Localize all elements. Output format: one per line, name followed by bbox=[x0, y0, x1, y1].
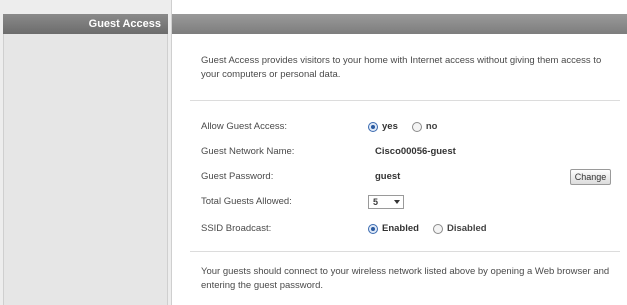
ssid-disabled-label[interactable]: Disabled bbox=[447, 220, 487, 238]
ssid-enabled-label[interactable]: Enabled bbox=[382, 220, 419, 238]
allow-guest-row: Allow Guest Access: yes no bbox=[201, 118, 616, 136]
sidebar: Guest Access bbox=[0, 0, 172, 305]
ssid-disabled-radio[interactable] bbox=[432, 224, 443, 234]
intro-text: Guest Access provides visitors to your h… bbox=[201, 55, 602, 80]
total-guests-value: 5 bbox=[373, 197, 379, 207]
allow-guest-label: Allow Guest Access: bbox=[201, 121, 288, 132]
password-value: guest bbox=[375, 171, 401, 182]
chevron-down-icon bbox=[394, 200, 400, 204]
guest-instructions: Your guests should connect to your wirel… bbox=[201, 266, 610, 291]
allow-guest-no-label[interactable]: no bbox=[426, 118, 438, 136]
sidebar-panel bbox=[3, 34, 168, 305]
change-password-button[interactable]: Change bbox=[570, 169, 611, 185]
allow-guest-yes-radio[interactable] bbox=[368, 122, 378, 132]
ssid-broadcast-row: SSID Broadcast: Enabled Disabled bbox=[201, 220, 616, 238]
password-row: Guest Password: guest Change bbox=[201, 168, 616, 186]
network-name-label: Guest Network Name: bbox=[201, 146, 295, 157]
ssid-broadcast-label: SSID Broadcast: bbox=[201, 223, 272, 234]
ssid-enabled-radio[interactable] bbox=[368, 224, 378, 234]
content-header-bar bbox=[172, 14, 627, 34]
allow-guest-no-radio[interactable] bbox=[411, 122, 422, 132]
ssid-broadcast-radio-group: Enabled Disabled bbox=[368, 220, 501, 238]
allow-guest-radio-group: yes no bbox=[368, 118, 451, 136]
total-guests-select[interactable]: 5 bbox=[368, 195, 404, 209]
allow-guest-yes-label[interactable]: yes bbox=[382, 118, 398, 136]
password-label: Guest Password: bbox=[201, 171, 274, 182]
guest-access-panel: Guest Access provides visitors to your h… bbox=[172, 34, 627, 305]
sidebar-title: Guest Access bbox=[3, 14, 168, 34]
network-name-row: Guest Network Name: Cisco00056-guest bbox=[201, 143, 616, 161]
divider bbox=[190, 100, 620, 101]
total-guests-label: Total Guests Allowed: bbox=[201, 196, 292, 207]
network-name-value: Cisco00056-guest bbox=[375, 146, 456, 157]
divider bbox=[190, 251, 620, 252]
total-guests-row: Total Guests Allowed: 5 bbox=[201, 193, 616, 211]
